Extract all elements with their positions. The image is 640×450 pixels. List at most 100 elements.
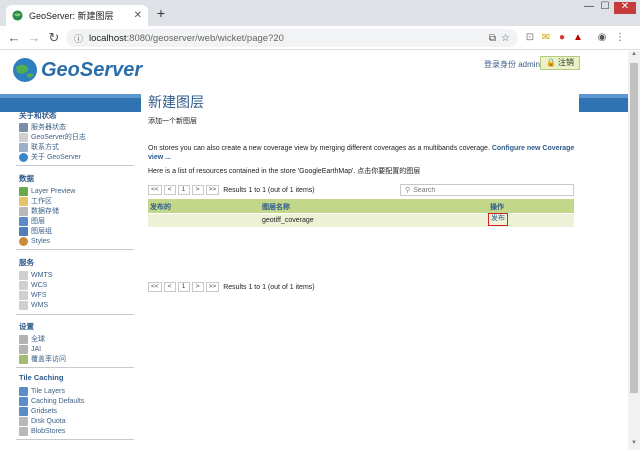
sidebar-item-wms[interactable]: WMS [19,300,48,310]
database-icon [19,206,28,216]
sidebar-section-settings: 设置 [19,322,34,331]
server-icon [19,122,28,132]
page-viewport: GeoServer 登录身份 admin. 🔒 注销 关于和状态 服务器状态 G… [0,51,628,450]
pager-page-button[interactable]: 1 [177,282,190,292]
sidebar-item-layers[interactable]: 图层 [19,216,45,226]
lock-icon: 🔒 [546,58,556,67]
search-input[interactable] [413,185,564,195]
jai-icon [19,344,28,354]
tile-layers-icon [19,386,28,396]
pager-last-button[interactable]: >> [205,282,220,292]
layer-preview-icon [19,186,28,196]
sidebar-item-wfs[interactable]: WFS [19,290,47,300]
publish-link[interactable]: 发布 [488,213,508,226]
sidebar-item-disk-quota[interactable]: Disk Quota [19,416,66,426]
sidebar-item-layer-preview[interactable]: Layer Preview [19,186,75,196]
browser-tab-bar: GeoServer: 新建图层 ✕ + — ☐ ✕ [0,0,640,26]
window-maximize-button[interactable]: ☐ [598,2,612,14]
sidebar-item-layer-groups[interactable]: 图层组 [19,226,52,236]
page-subtitle: 添加一个新图层 [148,118,197,125]
scrollbar-thumb[interactable] [630,63,638,393]
forward-arrow-icon[interactable]: → [26,30,42,46]
address-bar[interactable]: ⓘ localhost:8080/geoserver/web/wicket/pa… [66,29,518,47]
location-pin-icon[interactable]: ● [556,32,568,44]
sidebar-divider [16,249,134,250]
back-arrow-icon[interactable]: ← [6,30,22,46]
extension-icon[interactable]: ⊡ [524,32,536,44]
info-icon[interactable]: ⓘ [74,32,83,45]
sidebar-item-jai[interactable]: JAI [19,344,41,354]
browser-tab[interactable]: GeoServer: 新建图层 ✕ [6,5,148,26]
geoserver-favicon-icon [12,10,23,21]
sidebar-item-logs[interactable]: GeoServer的日志 [19,132,86,142]
logout-label: 注销 [557,58,574,67]
search-box[interactable]: ⚲ [400,184,574,196]
translate-icon[interactable]: ⧉ [489,33,496,44]
document-icon [19,132,28,142]
reload-icon[interactable]: ↻ [46,30,62,46]
grid-icon [19,406,28,416]
url-text: localhost:8080/geoserver/web/wicket/page… [89,32,284,44]
contact-icon [19,142,28,152]
page-title: 新建图层 [148,94,204,110]
pager-last-button[interactable]: >> [205,185,220,195]
column-action: 操作 [490,204,504,211]
sidebar-section-tile-caching: Tile Caching [19,373,64,382]
sidebar-item-tile-layers[interactable]: Tile Layers [19,386,65,396]
browser-toolbar: ← → ↻ ⓘ localhost:8080/geoserver/web/wic… [0,26,640,50]
pager-prev-button[interactable]: < [163,282,176,292]
tab-title: GeoServer: 新建图层 [29,11,114,21]
folder-icon [19,196,28,206]
profile-icon[interactable]: ◉ [596,32,608,44]
pdf-icon[interactable]: ▲ [572,32,584,44]
palette-icon [19,236,28,246]
sidebar-item-wmts[interactable]: WMTS [19,270,52,280]
pager-next-button[interactable]: > [191,282,204,292]
bookmark-star-icon[interactable]: ☆ [501,33,510,44]
pagination-top: << < 1 > >> Results 1 to 1 (out of 1 ite… [148,184,315,196]
new-tab-button[interactable]: + [153,6,169,22]
sidebar-item-workspaces[interactable]: 工作区 [19,196,52,206]
pager-first-button[interactable]: << [148,185,162,195]
store-resources-description: Here is a list of resources contained in… [148,168,421,175]
sidebar-item-global[interactable]: 全球 [19,334,45,344]
scroll-down-arrow-icon[interactable]: ▼ [628,440,640,450]
sidebar-item-wcs[interactable]: WCS [19,280,47,290]
sidebar-divider [16,367,134,368]
column-layer-name[interactable]: 图层名称 [262,202,290,212]
sidebar-item-about[interactable]: 关于 GeoServer [19,152,81,162]
pager-info: Results 1 to 1 (out of 1 items) [223,283,315,291]
pagination-bottom: << < 1 > >> Results 1 to 1 (out of 1 ite… [148,281,315,293]
sidebar-item-caching-defaults[interactable]: Caching Defaults [19,396,84,406]
page-scrollbar[interactable]: ▲ ▼ [628,51,640,450]
sidebar-item-styles[interactable]: Styles [19,236,50,246]
column-published[interactable]: 发布的 [150,202,171,212]
geoserver-logo[interactable]: GeoServer [12,57,142,83]
disk-icon [19,416,28,426]
menu-icon[interactable]: ⋮ [614,32,626,44]
window-close-button[interactable]: ✕ [614,2,636,14]
mail-icon[interactable]: ✉ [540,32,552,44]
coverage-icon [19,354,28,364]
sidebar-item-gridsets[interactable]: Gridsets [19,406,57,416]
sidebar-item-contact[interactable]: 联系方式 [19,142,59,152]
scroll-up-arrow-icon[interactable]: ▲ [628,51,640,61]
sidebar-item-coverage-access[interactable]: 覆盖率访问 [19,354,66,364]
global-settings-icon [19,334,28,344]
logout-button[interactable]: 🔒 注销 [540,56,580,70]
sidebar-section-data: 数据 [19,174,34,183]
tab-close-icon[interactable]: ✕ [134,10,142,21]
sidebar-item-blobstores[interactable]: BlobStores [19,426,65,436]
pager-prev-button[interactable]: < [163,185,176,195]
pager-next-button[interactable]: > [191,185,204,195]
sidebar-item-server-status[interactable]: 服务器状态 [19,122,66,132]
pager-first-button[interactable]: << [148,282,162,292]
cell-layer-name: geotiff_coverage [262,217,314,224]
pager-page-button[interactable]: 1 [177,185,190,195]
search-icon: ⚲ [405,187,411,194]
pager-info: Results 1 to 1 (out of 1 items) [223,186,315,194]
caching-defaults-icon [19,396,28,406]
window-minimize-button[interactable]: — [582,2,596,14]
logo-text: GeoServer [41,58,143,81]
sidebar-item-stores[interactable]: 数据存储 [19,206,59,216]
